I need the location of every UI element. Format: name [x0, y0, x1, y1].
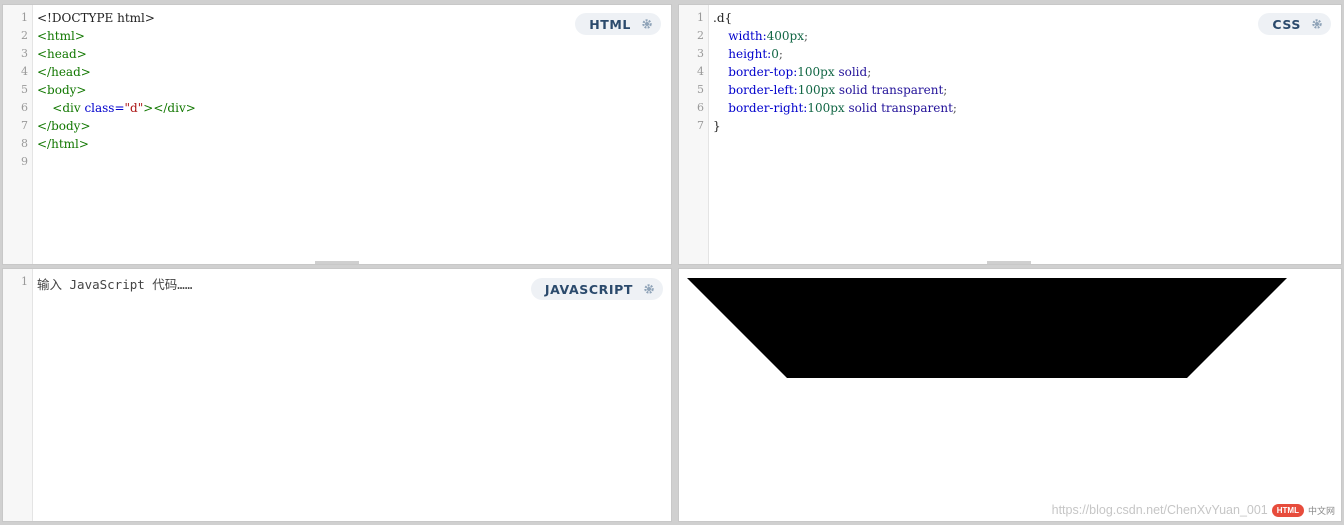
watermark-site-name: 中文网 — [1307, 505, 1335, 516]
code-token-number: 0 — [771, 47, 779, 61]
code-token-number: 100px — [797, 83, 836, 97]
javascript-placeholder[interactable]: 输入 JavaScript 代码…… — [37, 274, 192, 293]
css-code-area[interactable]: .d{ width:400px; height:0; border-top:10… — [713, 9, 1341, 135]
line-number: 4 — [21, 65, 28, 78]
code-token-number: 100px — [807, 101, 845, 115]
css-badge-label: CSS — [1272, 16, 1301, 32]
result-preview-panel: https://blog.csdn.net/ChenXvYuan_001 HTM… — [678, 268, 1342, 522]
resize-handle[interactable] — [315, 261, 359, 264]
code-line: </html> — [37, 137, 89, 151]
code-token-punct: ; — [867, 65, 872, 79]
gear-icon[interactable] — [1311, 18, 1323, 30]
code-line: border-left:100px solid transparent; — [713, 81, 1341, 99]
css-editor-panel[interactable]: 1 2 3 4 5 6 7 .d{ width:400px; height:0;… — [678, 4, 1342, 265]
code-token-tag: ></div> — [143, 101, 196, 115]
code-token-property: width: — [728, 29, 767, 43]
line-number: 1 — [697, 11, 704, 24]
line-number: 3 — [697, 47, 704, 60]
code-line: <body> — [37, 83, 87, 97]
line-number-gutter: 1 — [3, 269, 33, 521]
code-line: } — [713, 119, 721, 133]
watermark-url: https://blog.csdn.net/ChenXvYuan_001 — [1051, 503, 1268, 517]
code-line: height:0; — [713, 45, 1341, 63]
code-token-tag: <div — [52, 101, 85, 115]
code-line: .d{ — [713, 11, 733, 25]
html-code-area[interactable]: <!DOCTYPE html> <html> <head> </head> <b… — [37, 9, 671, 171]
javascript-editor-panel[interactable]: 1 输入 JavaScript 代码…… JAVASCRIPT — [2, 268, 672, 522]
gear-icon[interactable] — [643, 283, 655, 295]
code-token-punct: ; — [943, 83, 948, 97]
line-number-gutter: 1 2 3 4 5 6 7 8 9 — [3, 5, 33, 264]
line-number: 4 — [697, 65, 704, 78]
line-number: 9 — [21, 155, 28, 168]
html-language-badge[interactable]: HTML — [575, 13, 661, 35]
code-token-punct: ; — [778, 47, 783, 61]
code-token-attr: class= — [84, 101, 125, 115]
watermark: https://blog.csdn.net/ChenXvYuan_001 HTM… — [1052, 503, 1335, 517]
code-line: </head> — [37, 65, 91, 79]
gear-icon[interactable] — [641, 18, 653, 30]
line-number: 2 — [21, 29, 28, 42]
line-number: 7 — [697, 119, 704, 132]
code-token-keyword: solid transparent — [844, 101, 953, 115]
trapezoid-shape — [687, 278, 1287, 378]
code-line: border-right:100px solid transparent; — [713, 99, 1341, 117]
html-badge-label: HTML — [589, 16, 631, 32]
code-token-keyword: solid transparent — [835, 83, 944, 97]
line-number: 1 — [21, 275, 28, 288]
html-editor-panel[interactable]: 1 2 3 4 5 6 7 8 9 <!DOCTYPE html> <html>… — [2, 4, 672, 265]
line-number: 7 — [21, 119, 28, 132]
code-line: border-top:100px solid; — [713, 63, 1341, 81]
watermark-logo: HTML — [1271, 503, 1304, 517]
line-number-gutter: 1 2 3 4 5 6 7 — [679, 5, 709, 264]
code-token-punct: ; — [952, 101, 957, 115]
line-number: 6 — [697, 101, 704, 114]
code-line: width:400px; — [713, 27, 1341, 45]
line-number: 5 — [697, 83, 704, 96]
line-number: 3 — [21, 47, 28, 60]
code-token-punct: ; — [804, 29, 809, 43]
javascript-badge-label: JAVASCRIPT — [544, 281, 633, 297]
code-line: <head> — [37, 47, 87, 61]
code-token-property: border-right: — [728, 101, 808, 115]
line-number: 5 — [21, 83, 28, 96]
code-token-property: border-left: — [728, 83, 798, 97]
code-token-number: 400px — [766, 29, 805, 43]
css-language-badge[interactable]: CSS — [1258, 13, 1331, 35]
line-number: 2 — [697, 29, 704, 42]
javascript-language-badge[interactable]: JAVASCRIPT — [530, 278, 663, 300]
code-token-property: height: — [728, 47, 772, 61]
code-line: <div class="d"></div> — [37, 99, 671, 117]
line-number: 8 — [21, 137, 28, 150]
resize-handle[interactable] — [987, 261, 1031, 264]
line-number: 1 — [21, 11, 28, 24]
code-token-string: "d" — [124, 101, 144, 115]
line-number: 6 — [21, 101, 28, 114]
code-token-property: border-top: — [728, 65, 798, 79]
code-token-number: 100px — [797, 65, 835, 79]
code-line: </body> — [37, 119, 91, 133]
code-token-keyword: solid — [834, 65, 868, 79]
